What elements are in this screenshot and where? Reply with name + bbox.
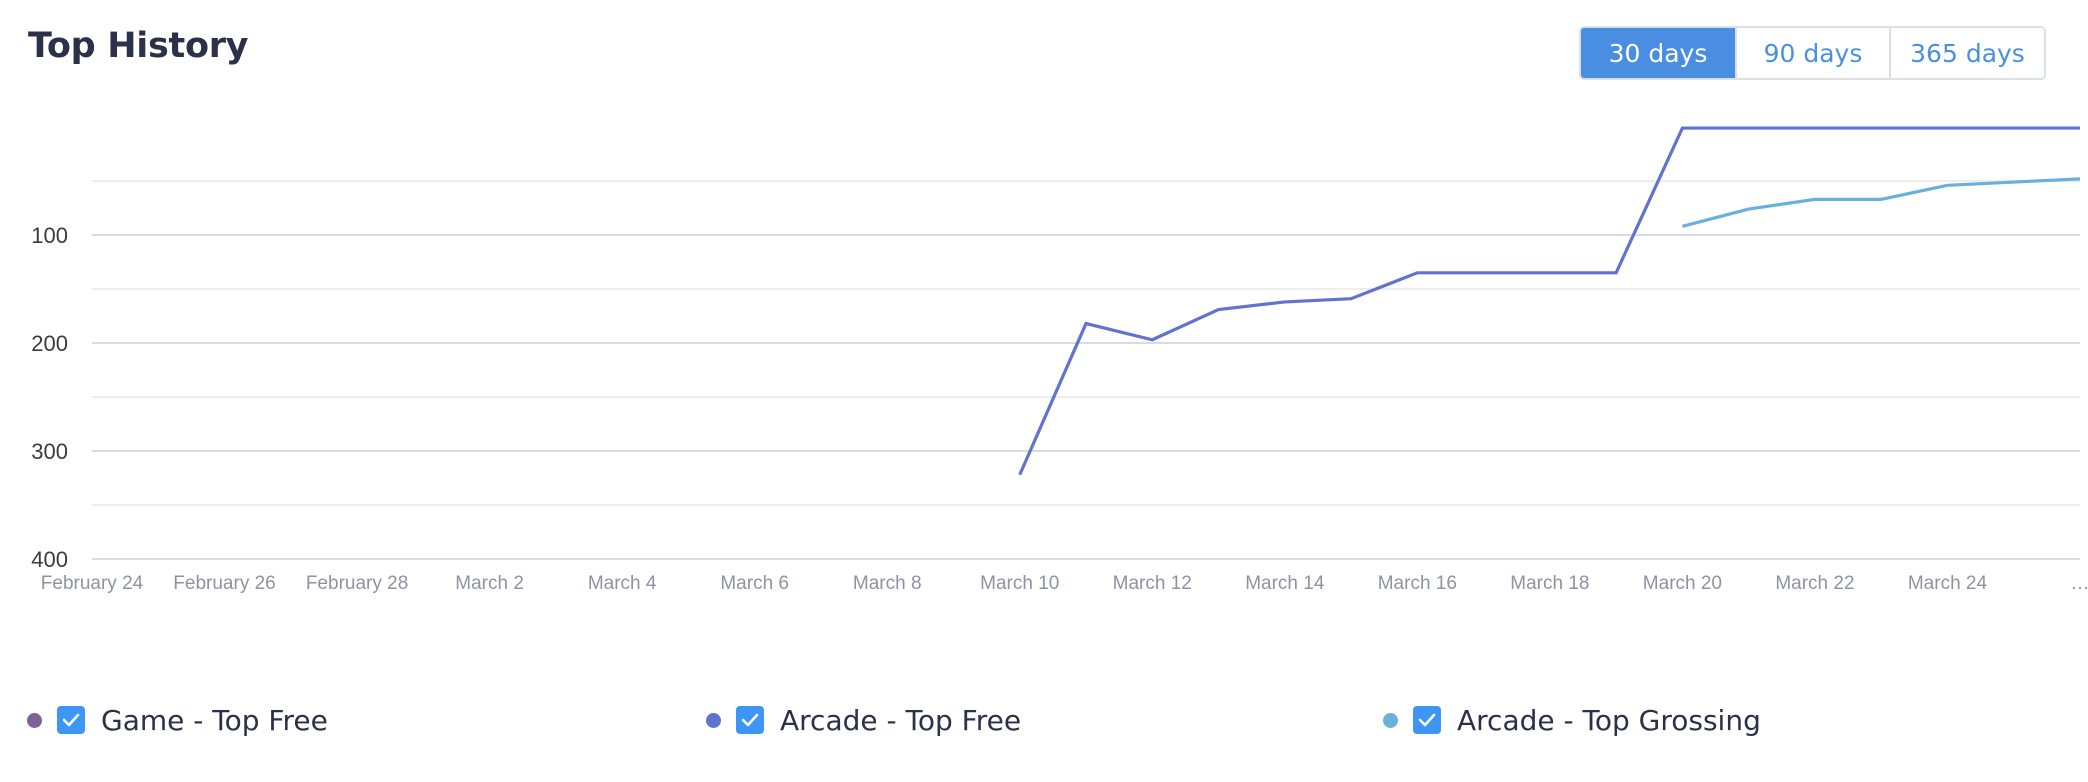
y-tick-label: 200 [31, 331, 68, 356]
y-tick-label: 100 [31, 223, 68, 248]
series-checkbox[interactable] [736, 706, 764, 734]
y-axis: 100 200 300 400 [31, 223, 68, 572]
legend-item-arcade-top-grossing[interactable]: Arcade - Top Grossing [1383, 700, 1761, 740]
x-tick-label: February 26 [173, 573, 275, 594]
legend-label: Arcade - Top Free [780, 703, 1022, 737]
x-tick-label: March 20 [1643, 573, 1722, 594]
x-tick-label: March 8 [853, 573, 922, 594]
legend-label: Game - Top Free [101, 703, 328, 737]
legend: Game - Top Free Arcade - Top Free Arcade… [0, 700, 2088, 740]
x-tick-label: February 28 [306, 573, 408, 594]
x-tick-label: March 4 [588, 573, 657, 594]
checkmark-icon [62, 713, 80, 727]
gridlines [92, 180, 2080, 560]
legend-item-arcade-top-free[interactable]: Arcade - Top Free [706, 700, 1021, 740]
series-color-dot [706, 712, 721, 728]
series-color-dot [27, 712, 42, 728]
series-checkbox[interactable] [57, 706, 85, 734]
x-tick-label: … [2071, 573, 2088, 594]
x-tick-label: March 10 [980, 573, 1059, 594]
x-tick-label: March 22 [1775, 573, 1854, 594]
y-tick-label: 400 [31, 547, 68, 572]
series-line-arcade-top-grossing [1681, 177, 2081, 228]
x-tick-label: March 6 [720, 573, 789, 594]
x-tick-label: March 12 [1113, 573, 1192, 594]
series-checkbox[interactable] [1413, 706, 1441, 734]
checkmark-icon [741, 713, 759, 727]
x-tick-label: March 2 [455, 573, 524, 594]
legend-label: Arcade - Top Grossing [1457, 703, 1761, 737]
legend-item-game-top-free[interactable]: Game - Top Free [27, 700, 328, 740]
x-tick-label: March 18 [1510, 573, 1589, 594]
x-axis: February 24 February 26 February 28 March 2… [41, 573, 2088, 594]
x-tick-label: March 16 [1378, 573, 1457, 594]
rank-history-chart: 100200300400 February 24 February 26 Febru… [31, 126, 2088, 594]
y-tick-label: 300 [31, 439, 68, 464]
x-tick-label: March 14 [1245, 573, 1325, 594]
x-tick-label: February 24 [41, 573, 144, 594]
x-tick-label: March 24 [1908, 573, 1988, 594]
series-color-dot [1383, 712, 1398, 728]
checkmark-icon [1418, 713, 1436, 727]
